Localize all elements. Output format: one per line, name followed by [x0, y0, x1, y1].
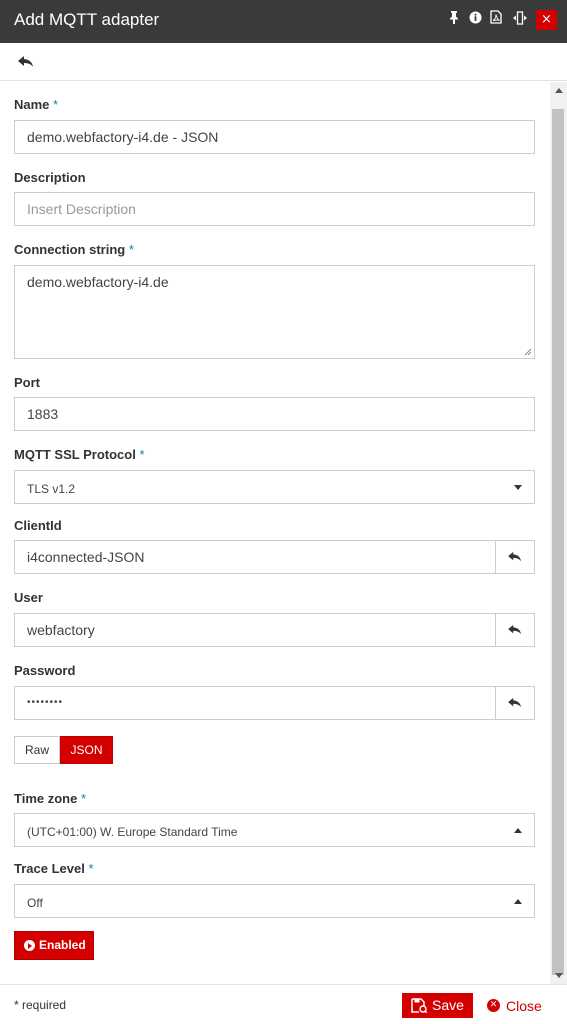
- info-icon[interactable]: [466, 10, 484, 30]
- password-reset-button[interactable]: [495, 686, 535, 720]
- save-button[interactable]: Save: [402, 993, 473, 1018]
- form-content: Name * demo.webfactory-i4.de - JSON Desc…: [0, 82, 550, 984]
- close-circle-icon: ✕: [487, 999, 500, 1012]
- trace-level-select[interactable]: Off: [14, 884, 535, 918]
- resize-icon[interactable]: [511, 10, 529, 30]
- ssl-protocol-label: MQTT SSL Protocol *: [14, 447, 145, 462]
- play-circle-icon: [24, 940, 35, 951]
- toolbar: [0, 43, 567, 81]
- user-reset-button[interactable]: [495, 613, 535, 647]
- scroll-down-arrow-icon[interactable]: [555, 973, 563, 978]
- enabled-button[interactable]: Enabled: [14, 931, 94, 960]
- password-label: Password: [14, 663, 76, 678]
- user-label: User: [14, 590, 43, 605]
- time-zone-label: Time zone *: [14, 791, 87, 806]
- chevron-up-icon: [514, 828, 522, 833]
- port-label: Port: [14, 375, 40, 390]
- trace-level-label: Trace Level *: [14, 861, 94, 876]
- connection-string-label: Connection string *: [14, 242, 134, 257]
- window-title: Add MQTT adapter: [14, 10, 160, 29]
- format-json-toggle[interactable]: JSON: [60, 736, 113, 764]
- scrollbar-thumb[interactable]: [552, 109, 564, 975]
- client-id-input[interactable]: i4connected-JSON: [14, 540, 496, 574]
- scroll-up-arrow-icon[interactable]: [555, 88, 563, 93]
- vertical-scrollbar[interactable]: [550, 82, 567, 984]
- chevron-up-icon: [514, 899, 522, 904]
- chevron-down-icon: [514, 485, 522, 490]
- description-label: Description: [14, 170, 86, 185]
- reply-icon: [508, 624, 521, 635]
- client-id-reset-button[interactable]: [495, 540, 535, 574]
- user-input[interactable]: webfactory: [14, 613, 496, 647]
- ssl-protocol-select[interactable]: TLS v1.2: [14, 470, 535, 504]
- required-note: * required: [14, 998, 67, 1012]
- pdf-icon[interactable]: [487, 10, 505, 30]
- window-titlebar: Add MQTT adapter ×: [0, 0, 567, 43]
- dialog-footer: * required Save ✕ Close: [0, 984, 567, 1024]
- pin-icon[interactable]: [445, 10, 463, 30]
- close-button[interactable]: ✕ Close: [487, 998, 542, 1014]
- reply-icon: [18, 56, 33, 67]
- back-button[interactable]: [14, 51, 38, 73]
- password-input[interactable]: ••••••••: [14, 686, 496, 720]
- reply-icon: [508, 697, 521, 708]
- save-icon: [411, 998, 427, 1013]
- connection-string-textarea[interactable]: demo.webfactory-i4.de: [14, 265, 535, 359]
- time-zone-select[interactable]: (UTC+01:00) W. Europe Standard Time: [14, 813, 535, 847]
- name-label: Name *: [14, 97, 59, 112]
- window-close-button[interactable]: ×: [536, 10, 557, 30]
- format-raw-toggle[interactable]: Raw: [14, 736, 60, 764]
- textarea-resize-handle[interactable]: [524, 348, 532, 356]
- port-input[interactable]: 1883: [14, 397, 535, 431]
- client-id-label: ClientId: [14, 518, 62, 533]
- description-input[interactable]: Insert Description: [14, 192, 535, 226]
- reply-icon: [508, 551, 521, 562]
- name-input[interactable]: demo.webfactory-i4.de - JSON: [14, 120, 535, 154]
